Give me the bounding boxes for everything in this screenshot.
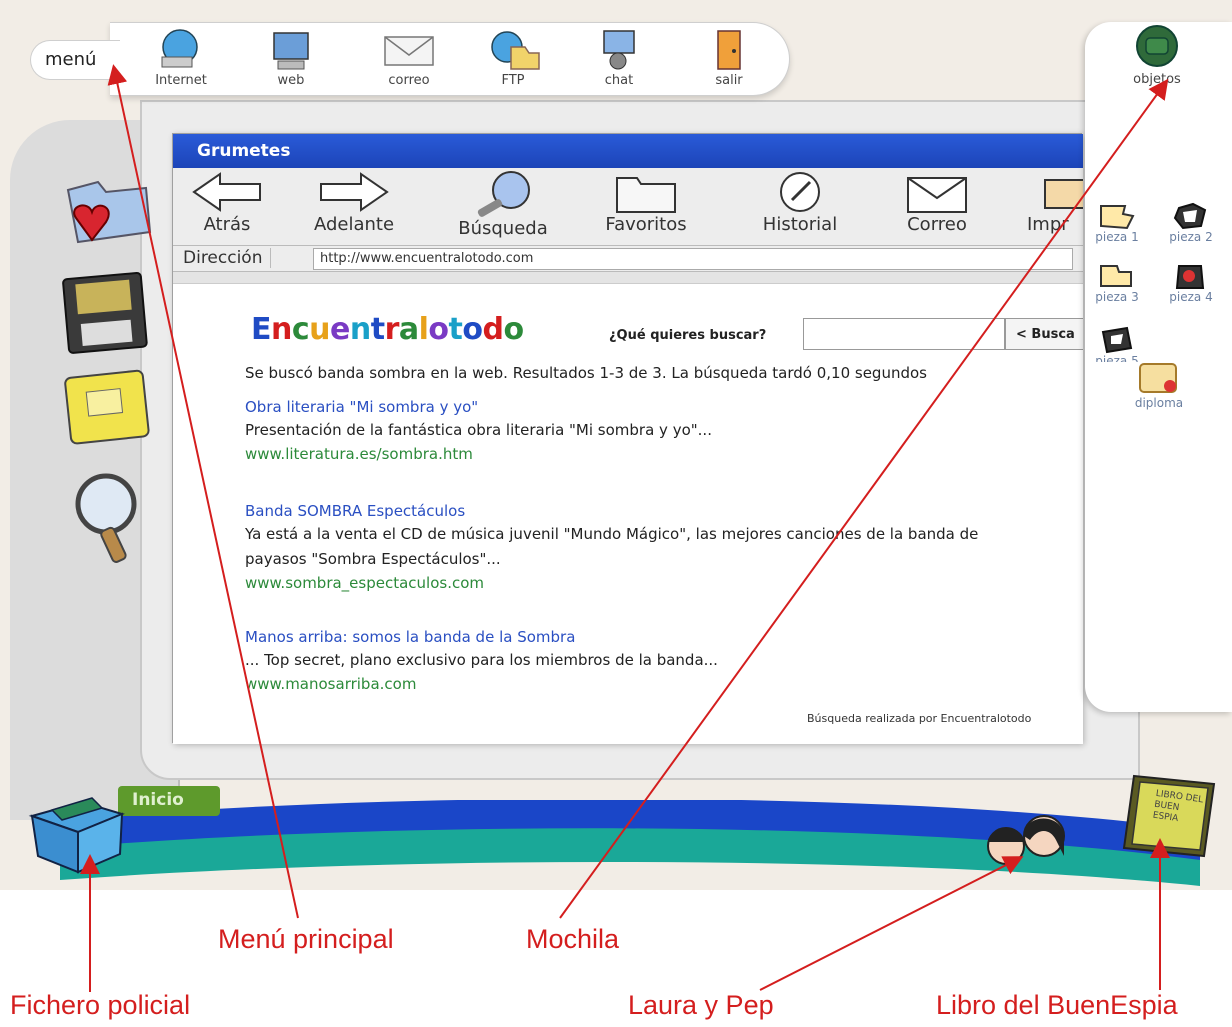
caption-laura-pep: Laura y Pep — [628, 990, 774, 1020]
caption-mochila: Mochila — [526, 924, 620, 954]
game-screen: Grumetes Atrás Adelante Búsqueda Favorit… — [0, 0, 1232, 1027]
arrow-mochila — [559, 78, 1169, 919]
caption-libro: Libro del BuenEspia — [936, 990, 1178, 1020]
arrow-menu-principal — [107, 64, 299, 919]
arrow-laura-pep — [759, 856, 1024, 991]
caption-menu-principal: Menú principal — [218, 924, 394, 954]
annotation-arrows — [80, 64, 1170, 992]
caption-fichero-policial: Fichero policial — [10, 990, 191, 1020]
